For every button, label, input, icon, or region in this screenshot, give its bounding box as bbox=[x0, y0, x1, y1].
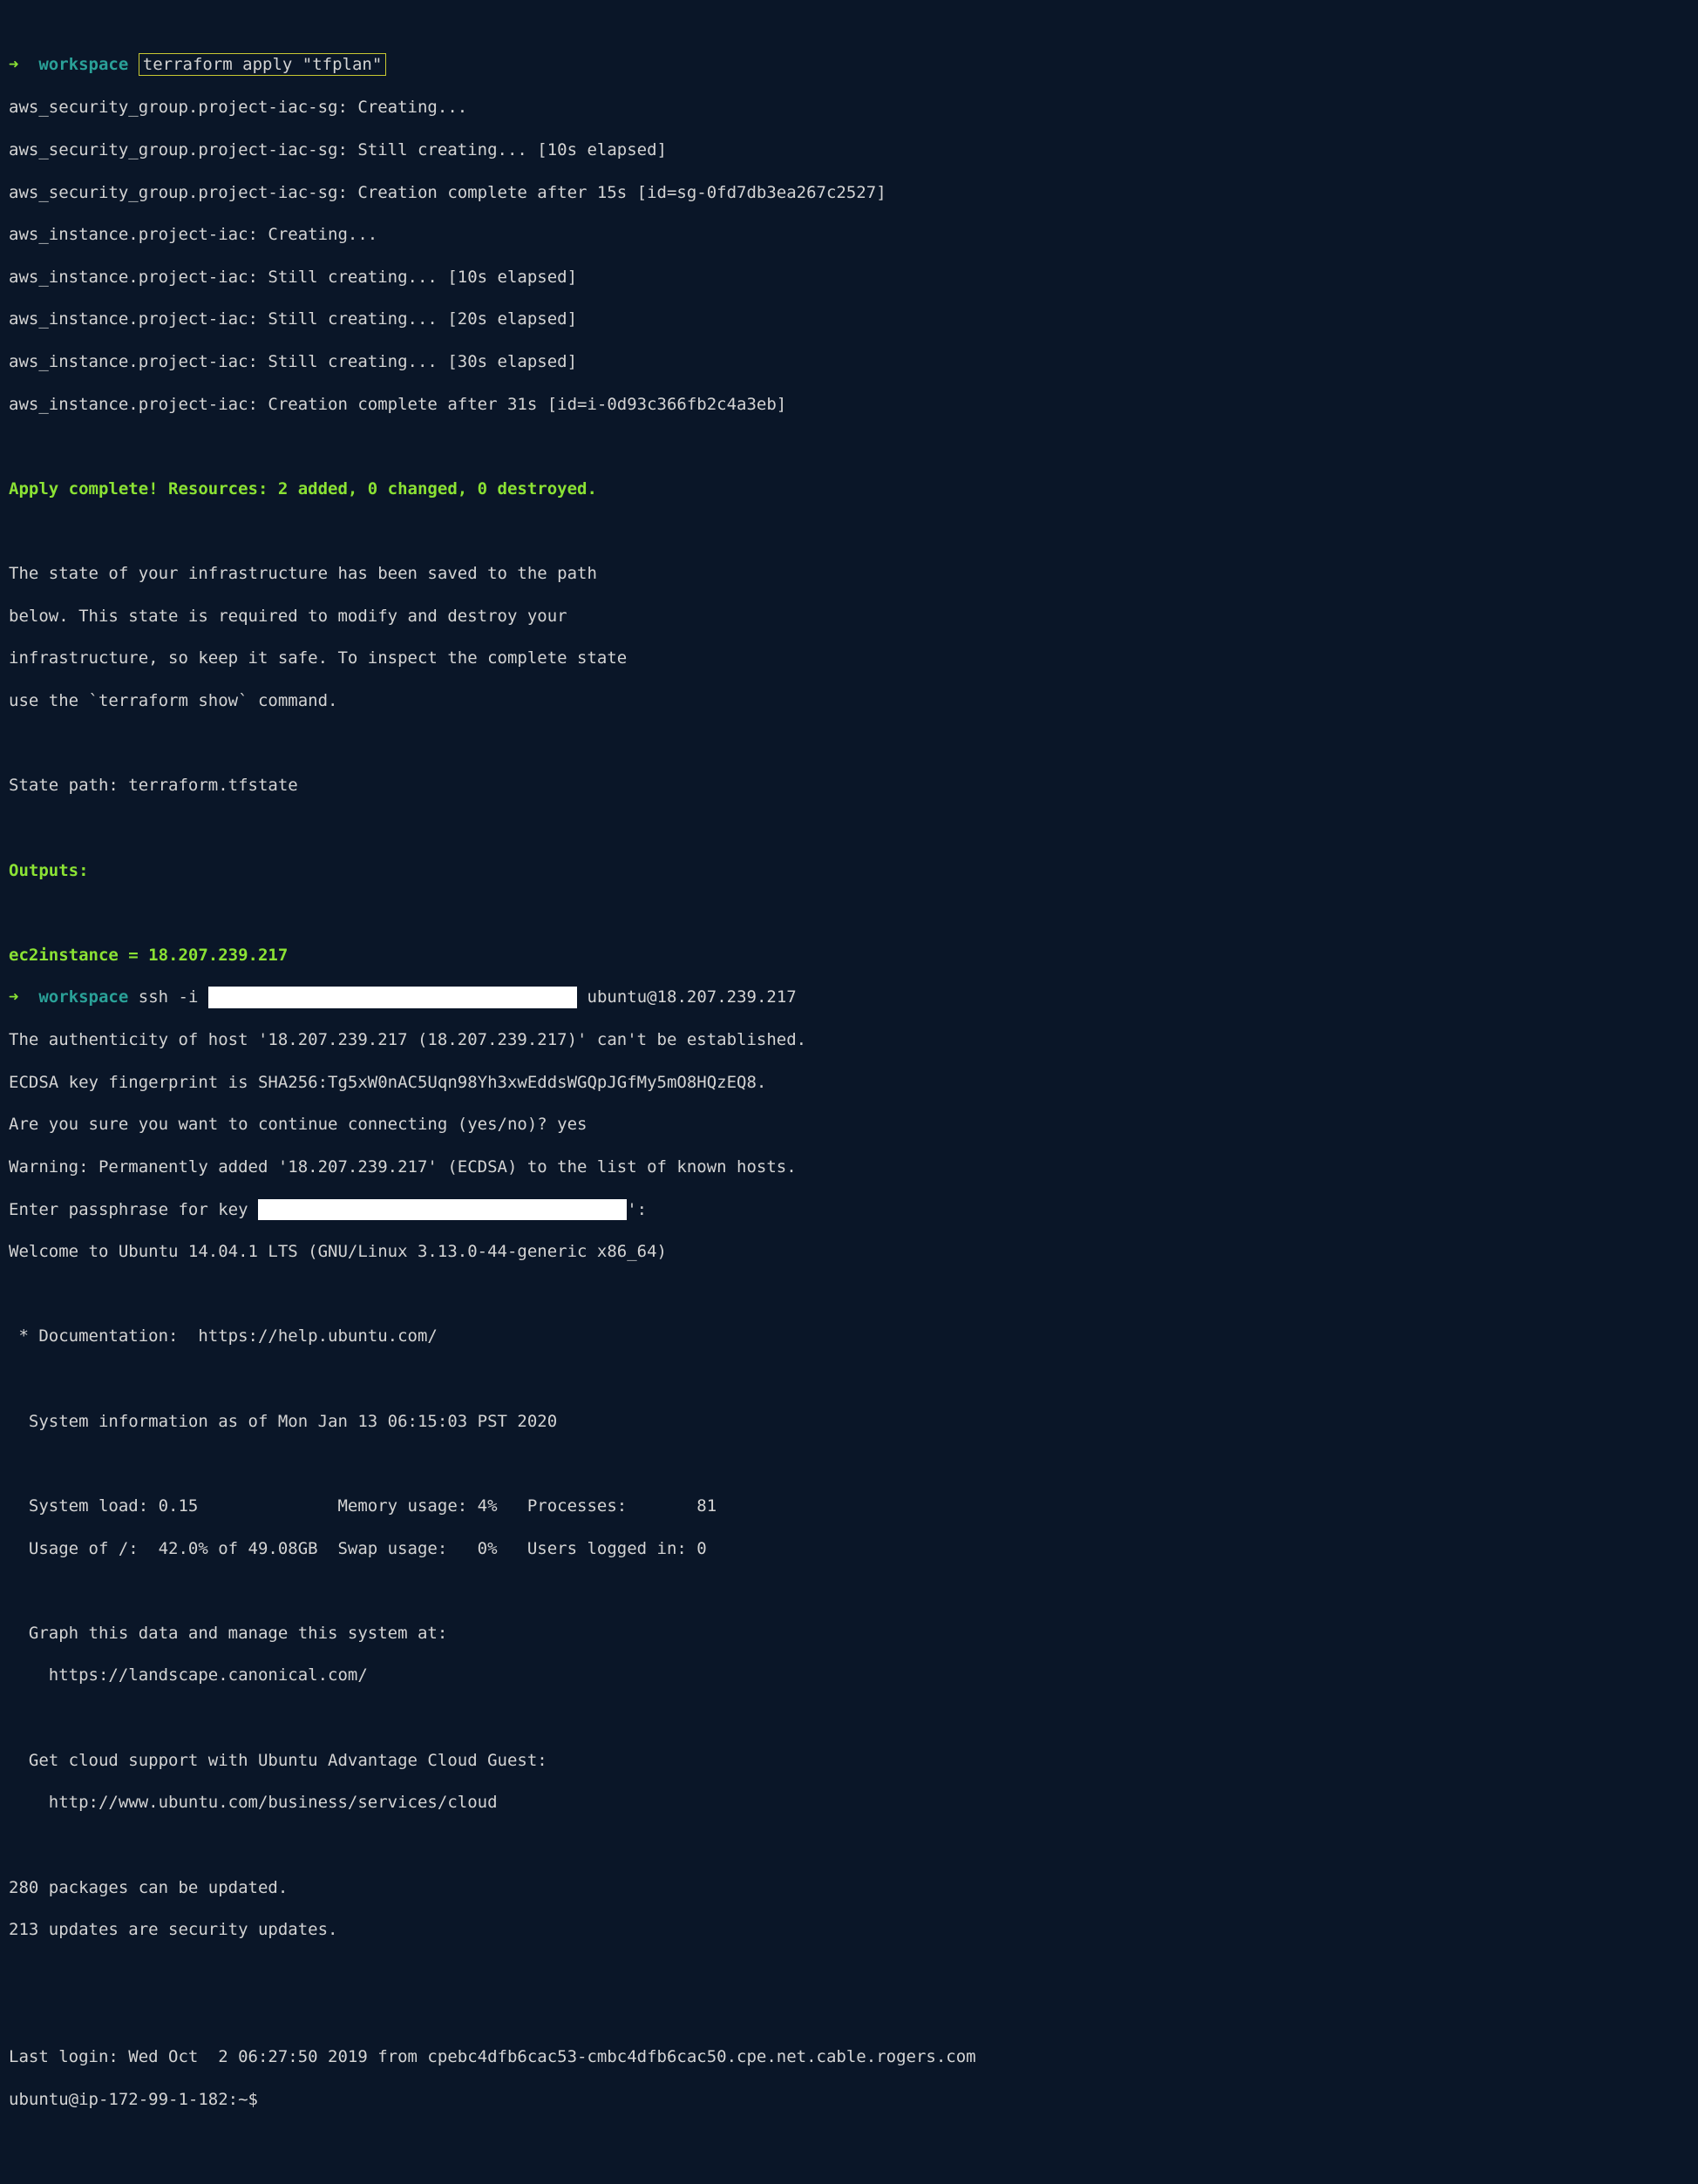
blank-line bbox=[9, 1835, 1689, 1855]
sysinfo-header: System information as of Mon Jan 13 06:1… bbox=[9, 1411, 1689, 1432]
last-login: Last login: Wed Oct 2 06:27:50 2019 from… bbox=[9, 2046, 1689, 2067]
redacted-keyname bbox=[258, 1199, 627, 1220]
command-boxed: terraform apply "tfplan" bbox=[139, 53, 387, 76]
terraform-output-line: aws_instance.project-iac: Creating... bbox=[9, 224, 1689, 245]
shell-prompt[interactable]: ubuntu@ip-172-99-1-182:~$ bbox=[9, 2089, 1689, 2110]
blank-line bbox=[9, 1453, 1689, 1474]
prompt-line-1[interactable]: ➜ workspace terraform apply "tfplan" bbox=[9, 53, 1689, 76]
ssh-command-pre: ssh -i bbox=[139, 987, 208, 1007]
prompt-arrow-icon: ➜ bbox=[9, 55, 18, 74]
blank-line bbox=[9, 733, 1689, 754]
terraform-output-line: aws_instance.project-iac: Still creating… bbox=[9, 309, 1689, 329]
sysinfo-row: Usage of /: 42.0% of 49.08GB Swap usage:… bbox=[9, 1538, 1689, 1559]
blank-line bbox=[9, 1962, 1689, 1983]
outputs-header: Outputs: bbox=[9, 860, 1689, 881]
blank-line bbox=[9, 1368, 1689, 1389]
apply-complete: Apply complete! Resources: 2 added, 0 ch… bbox=[9, 478, 1689, 499]
blank-line bbox=[9, 817, 1689, 838]
prompt-cwd: workspace bbox=[38, 987, 128, 1007]
state-msg: infrastructure, so keep it safe. To insp… bbox=[9, 648, 1689, 668]
terraform-output-line: aws_security_group.project-iac-sg: Creat… bbox=[9, 182, 1689, 203]
terraform-output-line: aws_instance.project-iac: Still creating… bbox=[9, 267, 1689, 288]
blank-line bbox=[9, 1580, 1689, 1601]
state-msg: below. This state is required to modify … bbox=[9, 606, 1689, 627]
output-variable: ec2instance = 18.207.239.217 bbox=[9, 945, 1689, 966]
state-msg: use the `terraform show` command. bbox=[9, 690, 1689, 711]
ssh-command-post: ubuntu@18.207.239.217 bbox=[577, 987, 797, 1007]
security-updates: 213 updates are security updates. bbox=[9, 1919, 1689, 1940]
motd-cloud-url: http://www.ubuntu.com/business/services/… bbox=[9, 1792, 1689, 1813]
prompt-arrow-icon: ➜ bbox=[9, 987, 18, 1007]
terraform-output-line: aws_security_group.project-iac-sg: Still… bbox=[9, 139, 1689, 160]
ssh-output: Are you sure you want to continue connec… bbox=[9, 1114, 1689, 1135]
packages-updatable: 280 packages can be updated. bbox=[9, 1877, 1689, 1898]
redacted-keyfile bbox=[208, 987, 577, 1007]
ssh-passphrase-line: Enter passphrase for key ': bbox=[9, 1199, 1689, 1220]
motd-graph: Graph this data and manage this system a… bbox=[9, 1623, 1689, 1644]
welcome-banner: Welcome to Ubuntu 14.04.1 LTS (GNU/Linux… bbox=[9, 1241, 1689, 1262]
terraform-output-line: aws_instance.project-iac: Still creating… bbox=[9, 351, 1689, 372]
blank-line bbox=[9, 1707, 1689, 1728]
state-path: State path: terraform.tfstate bbox=[9, 775, 1689, 796]
passphrase-post: ': bbox=[627, 1200, 647, 1219]
ssh-output: Warning: Permanently added '18.207.239.2… bbox=[9, 1156, 1689, 1177]
motd-graph-url: https://landscape.canonical.com/ bbox=[9, 1665, 1689, 1685]
terraform-output-line: aws_security_group.project-iac-sg: Creat… bbox=[9, 97, 1689, 118]
ssh-output: The authenticity of host '18.207.239.217… bbox=[9, 1029, 1689, 1050]
prompt-cwd: workspace bbox=[38, 55, 128, 74]
blank-line bbox=[9, 436, 1689, 457]
prompt-line-2[interactable]: ➜ workspace ssh -i ubuntu@18.207.239.217 bbox=[9, 987, 1689, 1007]
passphrase-pre: Enter passphrase for key bbox=[9, 1200, 258, 1219]
blank-line bbox=[9, 1284, 1689, 1305]
motd-doc: * Documentation: https://help.ubuntu.com… bbox=[9, 1326, 1689, 1346]
sysinfo-row: System load: 0.15 Memory usage: 4% Proce… bbox=[9, 1496, 1689, 1516]
motd-cloud: Get cloud support with Ubuntu Advantage … bbox=[9, 1750, 1689, 1771]
terraform-output-line: aws_instance.project-iac: Creation compl… bbox=[9, 394, 1689, 415]
blank-line bbox=[9, 521, 1689, 542]
ssh-output: ECDSA key fingerprint is SHA256:Tg5xW0nA… bbox=[9, 1072, 1689, 1093]
blank-line bbox=[9, 902, 1689, 923]
state-msg: The state of your infrastructure has bee… bbox=[9, 563, 1689, 584]
blank-line bbox=[9, 2004, 1689, 2025]
